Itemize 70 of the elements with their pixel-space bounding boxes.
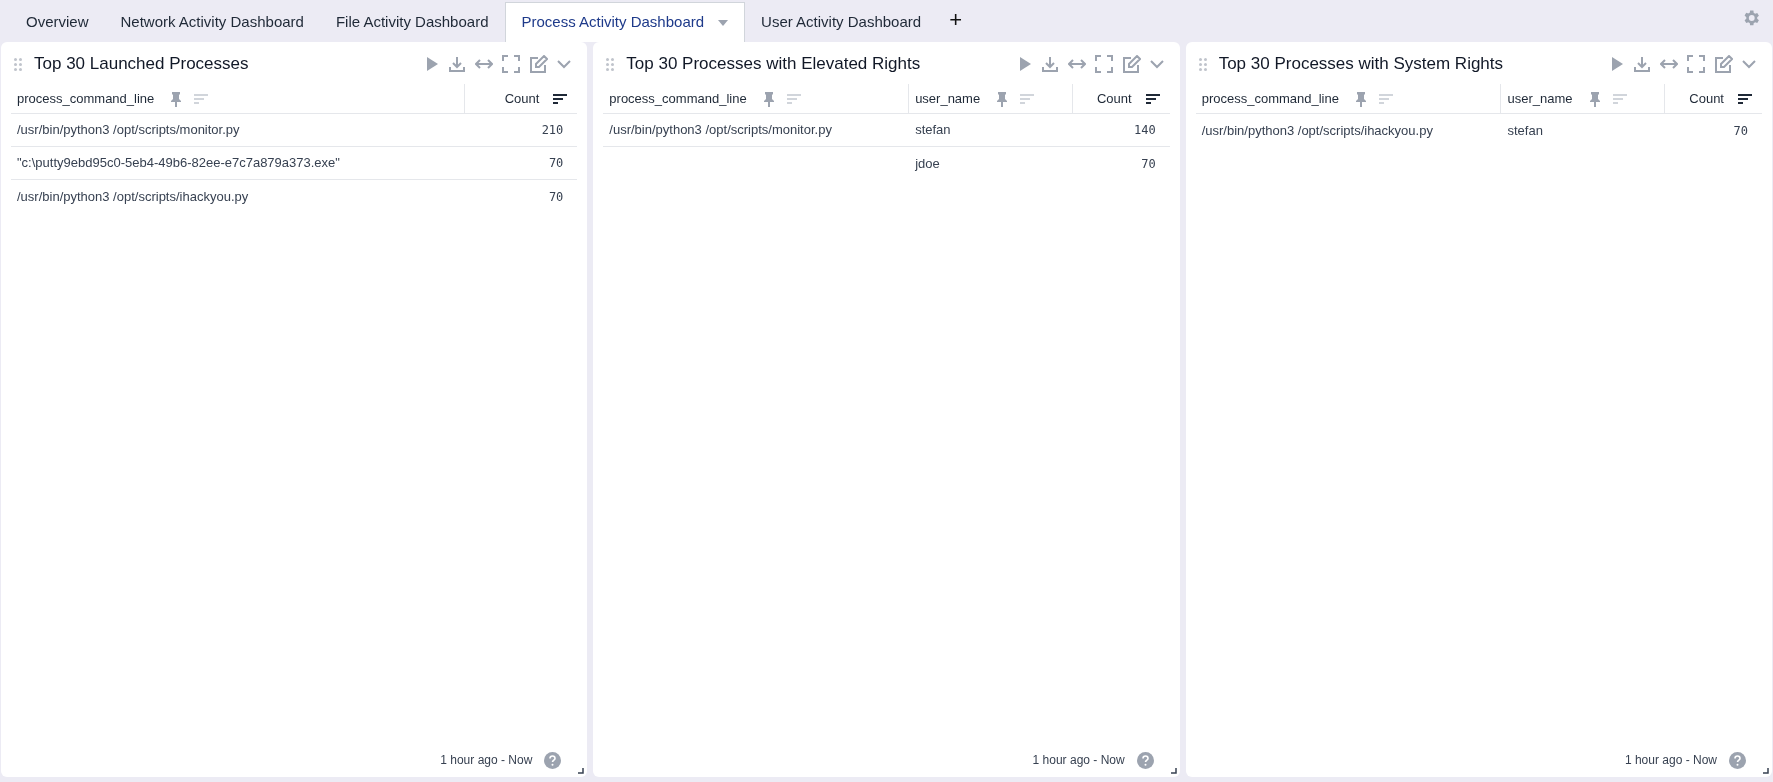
play-icon[interactable] <box>1017 56 1032 72</box>
download-icon[interactable] <box>448 55 467 73</box>
table-cell: "c:\putty9ebd95c0-5eb4-49b6-82ee-e7c7a879a373.exe" <box>17 155 340 171</box>
dashboard-tab[interactable]: Network Activity Dashboard <box>104 2 320 42</box>
expand-width-icon[interactable] <box>1067 58 1086 70</box>
help-icon[interactable] <box>1729 751 1746 769</box>
pin-icon[interactable] <box>762 90 775 107</box>
table-cell: stefan <box>915 122 951 138</box>
edit-icon[interactable] <box>1714 54 1733 74</box>
column-header[interactable]: Count <box>465 84 578 113</box>
table-cell: 70 <box>548 156 564 170</box>
pin-icon[interactable] <box>1588 90 1601 107</box>
table-cell: /usr/bin/python3 /opt/scripts/monitor.py <box>609 122 832 138</box>
sort-icon[interactable] <box>553 93 568 104</box>
table-cell: 210 <box>541 123 564 137</box>
table-cell: /usr/bin/python3 /opt/scripts/monitor.py <box>17 122 240 138</box>
download-icon[interactable] <box>1633 55 1651 73</box>
table-cell: stefan <box>1507 122 1543 138</box>
sort-icon[interactable] <box>1145 93 1160 104</box>
dropdown-caret-icon[interactable] <box>718 19 729 26</box>
chevron-down-icon[interactable] <box>1742 59 1756 69</box>
pin-icon[interactable] <box>1354 90 1367 107</box>
column-header[interactable]: process_command_line <box>1195 84 1502 113</box>
table-cell: 70 <box>1141 156 1156 171</box>
expand-width-icon[interactable] <box>1660 58 1678 70</box>
table-cell: /usr/bin/python3 /opt/scripts/ihackyou.py <box>17 188 249 204</box>
sort-icon[interactable] <box>1738 93 1752 104</box>
chevron-down-icon[interactable] <box>1149 59 1164 69</box>
column-header[interactable]: user_name <box>909 84 1073 113</box>
resize-handle-icon[interactable] <box>1170 768 1177 774</box>
column-header[interactable]: process_command_line <box>11 84 466 113</box>
panel-title: Top 30 Processes with System Rights <box>1218 53 1504 76</box>
dashboard-tab[interactable]: Process Activity Dashboard <box>504 2 746 42</box>
panel-title: Top 30 Processes with Elevated Rights <box>626 53 921 76</box>
expand-width-icon[interactable] <box>475 58 494 70</box>
play-icon[interactable] <box>425 56 440 72</box>
dashboard-tab[interactable]: File Activity Dashboard <box>319 2 505 42</box>
table-cell: jdoe <box>915 155 940 171</box>
panel-title: Top 30 Launched Processes <box>34 53 249 76</box>
fullscreen-icon[interactable] <box>1687 55 1705 73</box>
table-cell: 70 <box>548 189 564 204</box>
table-cell: 70 <box>1733 123 1748 138</box>
edit-icon[interactable] <box>529 54 549 74</box>
time-range-label: 1 hour ago - Now <box>1624 752 1717 769</box>
table-cell: 140 <box>1133 123 1156 137</box>
help-icon[interactable] <box>544 751 562 769</box>
chevron-down-icon[interactable] <box>557 59 572 69</box>
dashboard-tab[interactable]: Overview <box>10 2 105 42</box>
table-cell: /usr/bin/python3 /opt/scripts/ihackyou.py <box>1201 122 1433 138</box>
column-header[interactable]: Count <box>1072 84 1170 113</box>
drag-handle-icon[interactable] <box>1198 57 1207 71</box>
dashboard-tab[interactable]: User Activity Dashboard <box>745 2 938 42</box>
add-tab-button[interactable]: + <box>937 3 974 42</box>
column-header[interactable]: user_name <box>1501 84 1665 113</box>
edit-icon[interactable] <box>1121 54 1141 74</box>
column-header[interactable]: process_command_line <box>603 84 910 113</box>
help-icon[interactable] <box>1136 751 1154 769</box>
pin-icon[interactable] <box>996 90 1009 107</box>
fullscreen-icon[interactable] <box>1094 55 1113 73</box>
pin-icon[interactable] <box>170 90 183 107</box>
resize-handle-icon[interactable] <box>578 768 585 774</box>
drag-handle-icon[interactable] <box>14 57 22 71</box>
time-range-label: 1 hour ago - Now <box>440 752 533 769</box>
play-icon[interactable] <box>1610 56 1624 72</box>
resize-handle-icon[interactable] <box>1763 768 1769 774</box>
download-icon[interactable] <box>1040 55 1059 73</box>
drag-handle-icon[interactable] <box>606 57 615 71</box>
fullscreen-icon[interactable] <box>502 55 521 73</box>
column-header[interactable]: Count <box>1665 84 1762 113</box>
time-range-label: 1 hour ago - Now <box>1032 752 1125 769</box>
